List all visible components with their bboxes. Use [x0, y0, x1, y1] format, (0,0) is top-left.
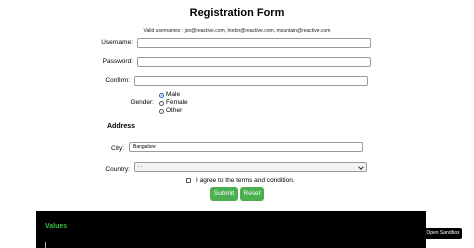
gender-radio-female[interactable]	[159, 101, 164, 106]
city-label: City:	[111, 145, 124, 152]
country-label: Country:	[105, 166, 130, 173]
reset-button[interactable]: Reset	[240, 187, 264, 201]
city-input[interactable]	[129, 142, 363, 152]
values-panel	[36, 211, 426, 248]
confirm-password-input[interactable]	[134, 76, 368, 86]
gender-option-other: Other	[166, 107, 183, 114]
submit-button[interactable]: Submit	[210, 187, 238, 201]
address-heading: Address	[107, 123, 136, 130]
gender-radio-male[interactable]	[159, 93, 164, 98]
country-select[interactable]: - -	[134, 162, 367, 172]
page-title: Registration Form	[189, 7, 285, 19]
username-input[interactable]	[137, 38, 371, 48]
agree-checkbox[interactable]	[186, 178, 191, 183]
gender-option-male: Male	[166, 91, 181, 98]
valid-usernames-hint: Valid usernames : jon@reactive.com, hodo…	[143, 28, 331, 34]
gender-radio-other[interactable]	[159, 109, 164, 114]
confirm-label: Confirm:	[105, 77, 130, 84]
agree-label: I agree to the terms and condition.	[196, 177, 295, 184]
password-label: Password:	[102, 58, 133, 65]
country-select-value: - -	[138, 164, 143, 170]
open-sandbox-button[interactable]: Open Sandbox	[424, 228, 462, 239]
chevron-down-icon	[358, 164, 364, 170]
gender-label: Gender:	[130, 99, 155, 106]
values-panel-title: Values	[45, 223, 68, 230]
values-panel-cursor	[45, 242, 46, 248]
password-input[interactable]	[137, 57, 371, 67]
username-label: Username:	[101, 39, 133, 46]
gender-option-female: Female	[166, 99, 188, 106]
